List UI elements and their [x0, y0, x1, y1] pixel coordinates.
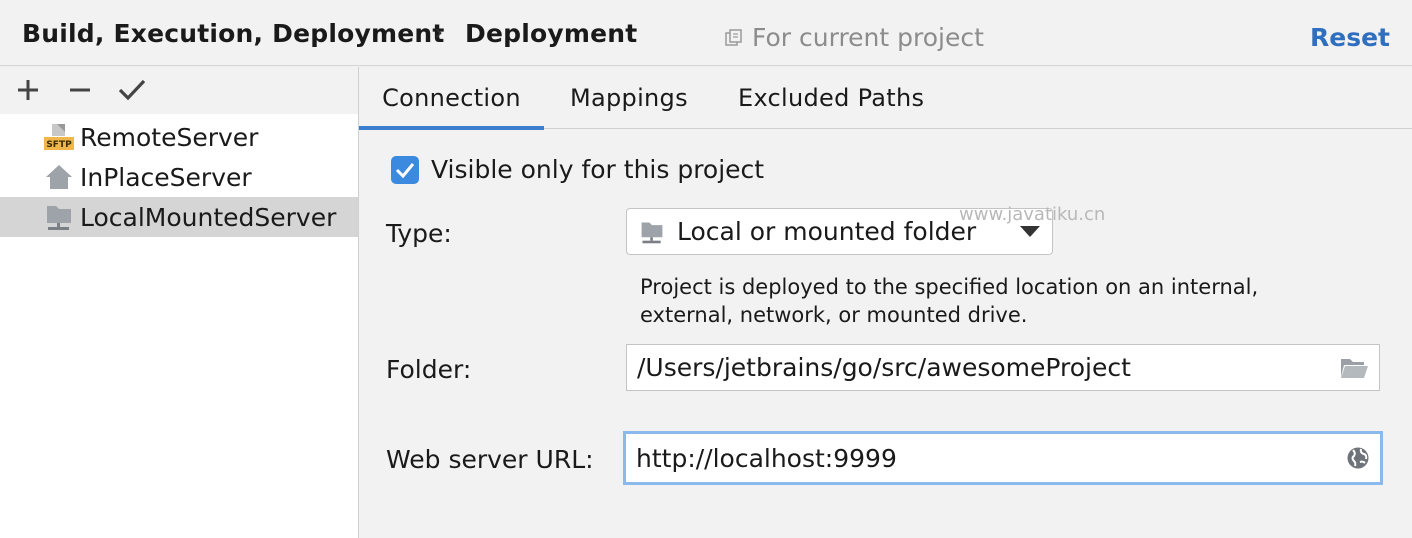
- settings-header: Build, Execution, Deployment › Deploymen…: [0, 0, 1412, 66]
- server-label: LocalMountedServer: [80, 202, 337, 232]
- type-value: Local or mounted folder: [677, 217, 977, 246]
- folder-value: /Users/jetbrains/go/src/awesomeProject: [637, 353, 1131, 382]
- type-description-line: external, network, or mounted drive.: [640, 303, 1028, 327]
- server-item-local-mounted[interactable]: LocalMountedServer: [0, 197, 358, 237]
- web-url-value: http://localhost:9999: [636, 443, 897, 473]
- type-description-line: Project is deployed to the specified loc…: [640, 275, 1259, 299]
- checkmark-icon: [118, 79, 146, 101]
- server-label: RemoteServer: [80, 122, 259, 152]
- type-label: Type:: [386, 219, 452, 248]
- reset-button[interactable]: Reset: [1310, 23, 1390, 52]
- web-url-field[interactable]: http://localhost:9999: [623, 431, 1383, 485]
- chevron-down-icon: [1020, 226, 1040, 237]
- tab-connection[interactable]: Connection: [359, 67, 544, 130]
- breadcrumb-parent[interactable]: Build, Execution, Deployment: [22, 19, 445, 48]
- scope-indicator: For current project: [724, 23, 984, 52]
- web-url-label: Web server URL:: [386, 445, 594, 474]
- remove-server-button[interactable]: [65, 75, 95, 105]
- server-item-remote[interactable]: SFTP RemoteServer: [0, 117, 358, 157]
- server-label: InPlaceServer: [80, 162, 252, 192]
- page-title: Deployment: [465, 19, 638, 48]
- tab-label: Excluded Paths: [738, 84, 925, 112]
- check-icon: [395, 162, 415, 178]
- project-scope-icon: [725, 28, 742, 46]
- server-config-panel: Connection Mappings Excluded Paths Visib…: [359, 67, 1412, 538]
- visible-only-checkbox[interactable]: [391, 155, 419, 184]
- mounted-folder-icon: [44, 202, 74, 232]
- folder-field[interactable]: /Users/jetbrains/go/src/awesomeProject: [626, 344, 1380, 391]
- server-item-inplace[interactable]: InPlaceServer: [0, 157, 358, 197]
- tab-label: Connection: [382, 84, 521, 112]
- watermark: www.javatiku.cn: [959, 204, 1106, 225]
- mounted-folder-icon: [639, 219, 665, 245]
- home-icon: [44, 162, 74, 192]
- visible-only-row: Visible only for this project: [391, 155, 764, 184]
- svg-text:SFTP: SFTP: [46, 140, 72, 150]
- folder-open-icon[interactable]: [1339, 356, 1369, 380]
- server-list-panel: SFTP RemoteServer InPlaceServer LocalMou…: [0, 67, 358, 538]
- tab-label: Mappings: [570, 84, 688, 112]
- scope-label: For current project: [752, 23, 984, 52]
- type-description: Project is deployed to the specified loc…: [640, 273, 1340, 329]
- breadcrumb-separator: ›: [434, 20, 444, 46]
- tab-excluded-paths[interactable]: Excluded Paths: [738, 67, 924, 129]
- set-default-button[interactable]: [117, 75, 147, 105]
- visible-only-label[interactable]: Visible only for this project: [431, 155, 764, 184]
- server-list: SFTP RemoteServer InPlaceServer LocalMou…: [0, 114, 358, 538]
- config-tabs: Connection Mappings Excluded Paths: [359, 67, 1412, 130]
- tab-mappings[interactable]: Mappings: [570, 67, 688, 129]
- sftp-icon: SFTP: [44, 122, 74, 152]
- plus-icon: [18, 80, 38, 100]
- globe-icon[interactable]: [1346, 446, 1370, 470]
- folder-label: Folder:: [386, 355, 472, 384]
- add-server-button[interactable]: [13, 75, 43, 105]
- minus-icon: [70, 88, 90, 92]
- server-toolbar: [0, 67, 358, 113]
